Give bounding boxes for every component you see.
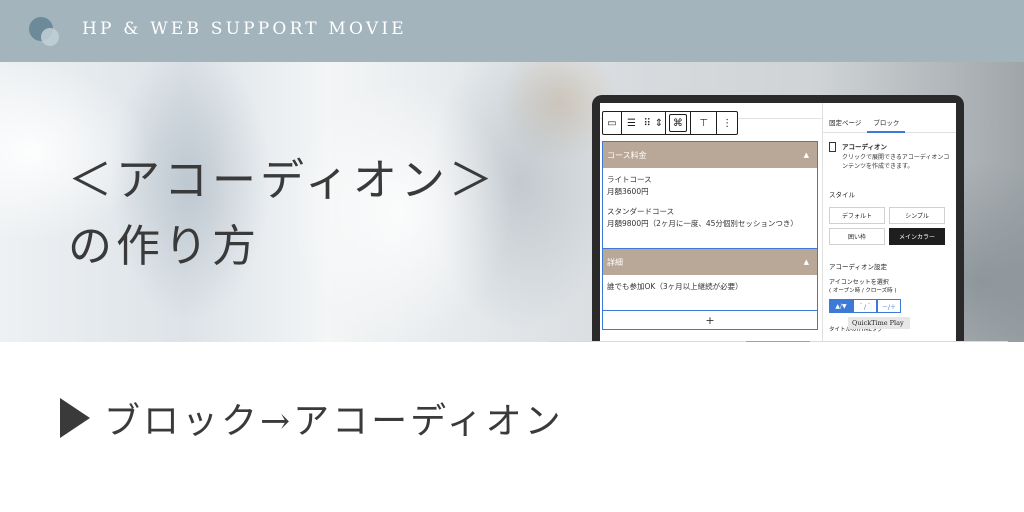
block-type-icon[interactable]: ☰ — [622, 112, 642, 134]
iconset-plusminus-button[interactable]: －/＋ — [877, 299, 901, 313]
accordion-heading-2[interactable]: 詳細 ▲ — [603, 249, 817, 275]
accordion-line: ライトコース — [607, 175, 652, 184]
block-name: アコーディオン — [841, 143, 888, 151]
style-simple-button[interactable]: シンプル — [889, 207, 945, 224]
caret-up-icon: ▲ — [803, 258, 809, 266]
accordion-line: 月額9800円（2ヶ月に一度、45分個別セッションつき） — [607, 219, 798, 228]
iconset-chevron-button[interactable]: ＾/＾ — [853, 299, 877, 313]
iconset-triangle-button[interactable]: ▲/▼ — [829, 299, 853, 313]
accordion-line: スタンダードコース — [607, 207, 675, 216]
accordion-line: 誰でも参加OK（3ヶ月以上継続が必要） — [607, 282, 743, 291]
block-toolbar: ▭ ☰ ⠿ ⇕ ⌘ ⊤ ⋮ — [602, 111, 738, 135]
play-triangle-icon — [60, 398, 90, 438]
caret-up-icon: ▲ — [803, 151, 809, 159]
block-card: アコーディオン クリックで展開できるアコーディオンコンテンツを作成できます。 — [829, 141, 953, 171]
accordion-heading-1[interactable]: コース料金 ▲ — [603, 142, 817, 168]
sidebar-tabs: 固定ページ ブロック — [823, 113, 956, 133]
hero-title-line2: の作り方 — [68, 221, 260, 272]
site-header: HP & WEB SUPPORT MOVIE — [0, 0, 1024, 62]
iconset-sub-label: ( オープン時 / クローズ時 ) — [829, 288, 897, 294]
laptop-screen: ▭ ☰ ⠿ ⇕ ⌘ ⊤ ⋮ コース料金 ▲ ライトコース 月額3600円 スタン… — [600, 103, 956, 343]
site-title: HP & WEB SUPPORT MOVIE — [82, 19, 407, 39]
format-icon[interactable]: ⊤ — [691, 112, 717, 134]
settings-sidebar: 固定ページ ブロック アコーディオン クリックで展開できるアコーディオンコンテン… — [822, 103, 956, 343]
bottom-section: ブロック→アコーディオン — [0, 342, 1024, 512]
move-updown-icon[interactable]: ⇕ — [653, 112, 665, 134]
accordion-heading-text: コース料金 — [607, 150, 647, 160]
add-block-button[interactable]: + — [602, 310, 818, 330]
parent-block-icon[interactable]: ▭ — [603, 112, 621, 134]
drag-handle-icon[interactable]: ⠿ — [641, 112, 653, 134]
laptop-mockup: ▭ ☰ ⠿ ⇕ ⌘ ⊤ ⋮ コース料金 ▲ ライトコース 月額3600円 スタン… — [548, 95, 1008, 357]
block-description: クリックで展開できるアコーディオンコンテンツを作成できます。 — [841, 154, 950, 170]
accordion-body-1[interactable]: ライトコース 月額3600円 スタンダードコース 月額9800円（2ヶ月に一度、… — [603, 168, 817, 236]
more-options-icon[interactable]: ⋮ — [717, 112, 737, 134]
style-options: デフォルト シンプル 囲い枠 メインカラー — [829, 207, 956, 245]
laptop-bezel: ▭ ☰ ⠿ ⇕ ⌘ ⊤ ⋮ コース料金 ▲ ライトコース 月額3600円 スタン… — [592, 95, 964, 343]
step-heading: ブロック→アコーディオン — [104, 401, 564, 442]
accordion-heading-text: 詳細 — [607, 257, 623, 267]
block-editor: ▭ ☰ ⠿ ⇕ ⌘ ⊤ ⋮ コース料金 ▲ ライトコース 月額3600円 スタン… — [600, 103, 822, 343]
iconset-label: アイコンセットを選択 — [829, 279, 889, 286]
accordion-body-2[interactable]: 誰でも参加OK（3ヶ月以上継続が必要） — [603, 275, 817, 299]
accordion-block-icon — [829, 142, 836, 152]
style-label: スタイル — [829, 191, 855, 199]
accordion-item-2[interactable]: 詳細 ▲ 誰でも参加OK（3ヶ月以上継続が必要） — [602, 249, 818, 311]
style-border-button[interactable]: 囲い枠 — [829, 228, 885, 245]
accordion-item-1[interactable]: コース料金 ▲ ライトコース 月額3600円 スタンダードコース 月額9800円… — [602, 141, 818, 249]
accordion-settings-label: アコーディオン設定 — [829, 263, 888, 271]
quicktime-tooltip: QuickTime Play — [848, 317, 910, 329]
style-maincolor-button[interactable]: メインカラー — [889, 228, 945, 245]
iconset-options: ▲/▼ ＾/＾ －/＋ — [829, 299, 901, 313]
hero-title-line1: ＜アコーディオン＞ — [68, 155, 497, 206]
logo-circles-icon — [26, 14, 62, 48]
style-default-button[interactable]: デフォルト — [829, 207, 885, 224]
accordion-line: 月額3600円 — [607, 187, 649, 196]
tab-block[interactable]: ブロック — [867, 113, 906, 133]
style-brush-icon[interactable]: ⌘ — [668, 114, 687, 132]
tab-page[interactable]: 固定ページ — [823, 113, 867, 133]
